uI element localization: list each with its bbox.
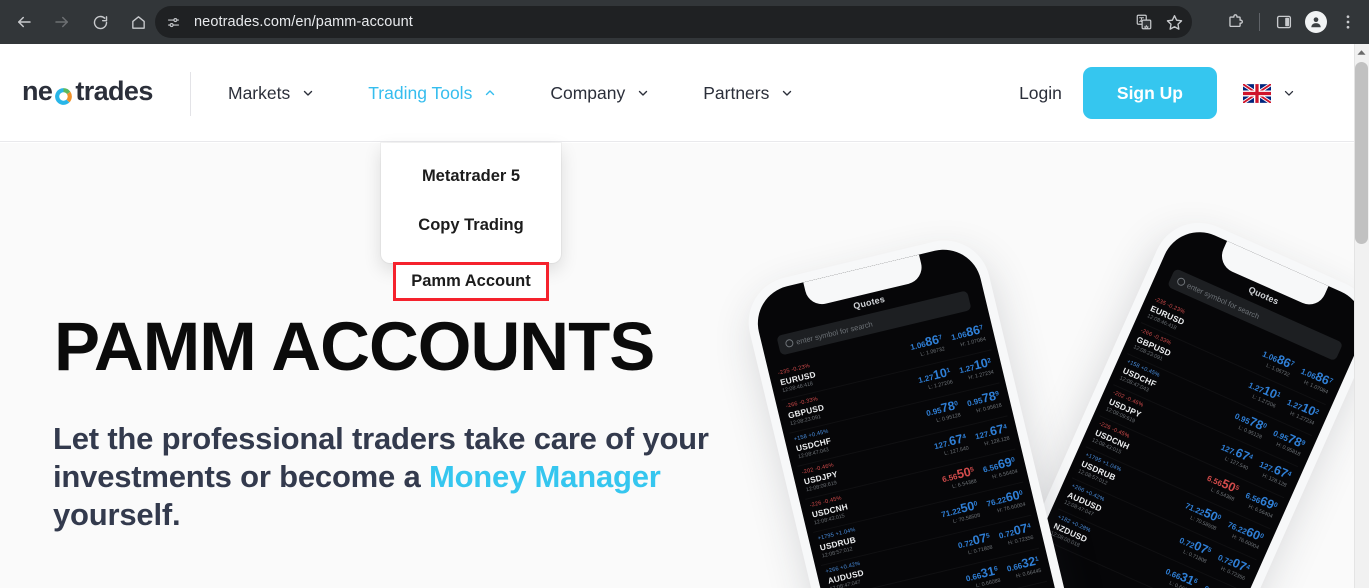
nav-item-company[interactable]: Company <box>550 83 650 104</box>
chevron-down-icon <box>639 90 648 96</box>
chevron-up-icon <box>486 90 495 96</box>
quote-bid-price: 0.66316L: 0.66088 <box>964 563 1001 588</box>
translate-button[interactable] <box>1130 8 1158 36</box>
omnibox-actions <box>1130 8 1188 36</box>
hero-section: Quotes enter symbol for search -235 -0.2… <box>0 143 1354 588</box>
quote-bid-price: 0.95780 L: 0.95128 <box>924 398 961 426</box>
tune-icon <box>167 17 179 27</box>
sign-up-button[interactable]: Sign Up <box>1082 67 1217 119</box>
home-button[interactable] <box>123 7 153 37</box>
nav-item-label: Company <box>550 82 626 103</box>
dropdown-item-pamm-account[interactable]: Pamm Account <box>393 262 549 301</box>
logo-text-after: trades <box>75 76 153 106</box>
quote-bid-price: 127.674 L: 127.540 <box>932 431 969 459</box>
back-button[interactable] <box>9 7 39 37</box>
quote-bid-price: 0.72075 L: 0.71808 <box>956 530 993 558</box>
chrome-menu-button[interactable] <box>1333 7 1363 37</box>
quote-symbol-block: -266 -0.33% GBPUSD 12:08:23:091 <box>785 395 826 427</box>
three-dots-vertical-icon <box>1346 15 1350 29</box>
person-icon <box>1311 17 1321 28</box>
dropdown-item-metatrader-5[interactable]: Metatrader 5 <box>422 167 520 186</box>
quote-bid-price: 1.06867 L: 1.06732 <box>909 332 945 360</box>
nav-item-label: Markets <box>228 82 291 103</box>
phone-mockup-primary: Quotes enter symbol for search -235 -0.2… <box>739 231 1093 588</box>
profile-button[interactable] <box>1301 7 1331 37</box>
main-navigation: Markets Trading Tools Company Partners <box>228 44 847 142</box>
side-panel-icon <box>1276 15 1292 29</box>
puzzle-piece-icon <box>1228 13 1243 27</box>
hero-subtitle: Let the professional traders take care o… <box>53 420 713 534</box>
quote-ask-price: 1.27102 H: 1.27234 <box>957 355 994 383</box>
quote-bid-price: 1.27101 L: 1.27206 <box>916 365 953 393</box>
login-link[interactable]: Login <box>1019 83 1062 104</box>
reload-button[interactable] <box>85 7 115 37</box>
hero-subtitle-part2: yourself. <box>53 497 181 533</box>
back-arrow-icon <box>18 16 31 28</box>
page-title: PAMM ACCOUNTS <box>54 308 655 385</box>
quote-symbol-block: -235 -0.23% EURUSD 12:08:46:418 <box>777 362 818 394</box>
address-bar[interactable]: neotrades.com/en/pamm-account <box>155 6 1192 38</box>
nav-item-trading-tools[interactable]: Trading Tools <box>368 83 497 104</box>
quote-ask-price: 1.06867 H: 1.07084 <box>1296 363 1335 396</box>
phone-mockup-artwork: Quotes enter symbol for search -235 -0.2… <box>715 143 1354 588</box>
quote-ask-price: 127.674 H: 128.128 <box>973 421 1010 449</box>
star-icon <box>1166 14 1182 30</box>
side-panel-button[interactable] <box>1269 7 1299 37</box>
phone-screen-primary: Quotes enter symbol for search -235 -0.2… <box>750 241 1082 588</box>
forward-button[interactable] <box>47 7 77 37</box>
uk-flag-icon <box>1243 83 1271 103</box>
triangle-up-icon <box>1357 49 1366 55</box>
quote-ask-price: 0.72074 H: 0.72356 <box>997 520 1034 548</box>
trading-tools-dropdown-menu: Metatrader 5 Copy Trading Pamm Account <box>381 143 561 301</box>
nav-item-markets[interactable]: Markets <box>228 83 315 104</box>
chevron-down-icon <box>1284 90 1294 96</box>
chevron-down-icon <box>783 90 792 96</box>
quote-ask-price: 0.66321H: 0.66445 <box>1005 553 1042 581</box>
nav-item-label: Trading Tools <box>368 82 473 103</box>
header-actions: Login Sign Up <box>1019 44 1296 142</box>
quote-symbol-block: +1795 +1.04% USDRUB 12:08:57:012 <box>817 527 860 559</box>
bookmark-button[interactable] <box>1160 8 1188 36</box>
site-logo[interactable]: ne trades <box>22 76 153 107</box>
phone-quote-list-primary: -235 -0.23% EURUSD 12:08:46:418 1.06867 L: 1… <box>768 316 1053 588</box>
quote-ask-price: 76.22600 H: 76.60004 <box>985 487 1026 516</box>
translate-icon <box>1136 14 1152 30</box>
reload-icon <box>93 15 107 29</box>
dropdown-item-copy-trading[interactable]: Copy Trading <box>418 216 523 235</box>
site-information-button[interactable] <box>160 9 186 35</box>
quote-bid-price: 71.22500 L: 70.58508 <box>940 498 981 527</box>
scrollbar-up-button[interactable] <box>1354 44 1369 60</box>
quote-symbol-block: +266 +0.42% AUDUSD 12:08:47:047 <box>825 561 866 588</box>
extensions-button[interactable] <box>1220 7 1250 37</box>
site-header: ne trades Markets Trading Tools Company … <box>0 44 1354 142</box>
address-bar-url: neotrades.com/en/pamm-account <box>194 14 413 30</box>
logo-mark-icon <box>53 83 74 105</box>
browser-toolbar-right <box>1220 6 1363 38</box>
header-divider <box>190 72 191 116</box>
toolbar-divider <box>1259 13 1260 31</box>
quote-ask-price: 1.06867 H: 1.07084 <box>949 322 986 350</box>
hero-subtitle-accent: Money Manager <box>428 459 661 495</box>
forward-arrow-icon <box>55 16 68 28</box>
nav-item-label: Partners <box>703 82 770 103</box>
avatar <box>1305 11 1327 33</box>
quote-symbol-block: +158 +0.45% USDCHF 12:08:47:043 <box>793 429 833 461</box>
home-icon <box>131 15 145 29</box>
quote-symbol-block: -226 -0.45% USDCNH 12:08:43:015 <box>809 494 850 526</box>
browser-chrome: neotrades.com/en/pamm-account <box>0 0 1369 44</box>
quote-bid-price: 1.06867 L: 1.06732 <box>1258 346 1297 379</box>
page-scrollbar-thumb[interactable] <box>1355 62 1368 244</box>
logo-text-before: ne <box>22 76 53 106</box>
chevron-down-icon <box>304 90 313 96</box>
page-viewport: Quotes enter symbol for search -235 -0.2… <box>0 44 1369 588</box>
quote-ask-price: 0.95789 H: 0.95818 <box>965 388 1002 416</box>
nav-item-partners[interactable]: Partners <box>703 83 794 104</box>
quote-bid-price: 6.56505 L: 6.54388 <box>940 464 977 492</box>
language-switcher[interactable] <box>1243 83 1296 103</box>
quote-symbol-block: -202 -0.46% USDJPY 12:08:09:619 <box>801 462 840 493</box>
circular-logo-glyph <box>55 88 73 105</box>
quote-ask-price: 6.56690 H: 6.56404 <box>981 454 1018 482</box>
